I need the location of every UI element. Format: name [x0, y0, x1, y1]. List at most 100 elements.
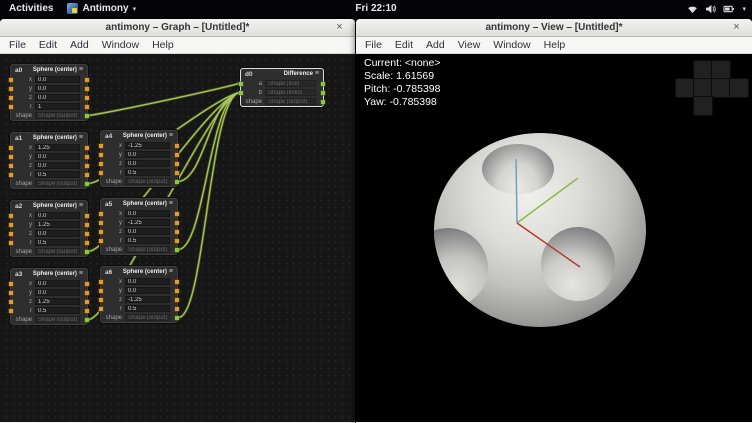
value-input[interactable]: 0.0 — [35, 280, 80, 287]
output-port[interactable] — [175, 298, 179, 302]
input-port[interactable] — [9, 105, 13, 109]
input-port[interactable] — [99, 307, 103, 311]
menu-edit[interactable]: Edit — [39, 39, 57, 51]
node-title-bar[interactable]: a5Sphere (center)≡ — [101, 199, 177, 209]
node-title-bar[interactable]: a4Sphere (center)≡ — [101, 131, 177, 141]
node-title-bar[interactable]: a3Sphere (center)≡ — [11, 269, 87, 279]
output-port[interactable] — [175, 289, 179, 293]
node-a0[interactable]: a0Sphere (center)≡x0.0y0.0z0.0r1shapeSha… — [10, 64, 88, 121]
output-port[interactable] — [85, 173, 89, 177]
input-port[interactable] — [99, 212, 103, 216]
output-port[interactable] — [85, 241, 89, 245]
output-port[interactable] — [85, 309, 89, 313]
output-port[interactable] — [85, 232, 89, 236]
value-input[interactable]: 0.0 — [35, 76, 80, 83]
input-port[interactable] — [9, 164, 13, 168]
value-input[interactable]: -1.25 — [125, 296, 170, 303]
menu-add[interactable]: Add — [426, 39, 445, 51]
value-input[interactable]: 0.0 — [125, 160, 170, 167]
value-input[interactable]: 0.0 — [35, 85, 80, 92]
output-port[interactable] — [175, 239, 179, 243]
value-input[interactable]: 0.5 — [35, 171, 80, 178]
input-port[interactable] — [99, 289, 103, 293]
input-port[interactable] — [9, 214, 13, 218]
view-3d-canvas[interactable]: Current: <none>Scale: 1.61569Pitch: -0.7… — [356, 54, 752, 422]
value-input[interactable]: 0.5 — [35, 239, 80, 246]
value-input[interactable]: 1.25 — [35, 298, 80, 305]
value-input[interactable]: 0.0 — [35, 212, 80, 219]
value-input[interactable]: 0.0 — [125, 278, 170, 285]
output-port[interactable] — [85, 291, 89, 295]
graph-canvas[interactable]: a0Sphere (center)≡x0.0y0.0z0.0r1shapeSha… — [0, 54, 355, 422]
input-port[interactable] — [99, 144, 103, 148]
node-title-bar[interactable]: a0Sphere (center)≡ — [11, 65, 87, 75]
node-menu-icon[interactable]: ≡ — [79, 135, 83, 141]
value-input[interactable]: 0.0 — [35, 230, 80, 237]
output-port[interactable] — [321, 82, 325, 86]
input-port[interactable] — [9, 96, 13, 100]
value-input[interactable]: 0.0 — [125, 287, 170, 294]
close-icon[interactable]: × — [333, 20, 346, 35]
value-input[interactable]: 0.5 — [125, 305, 170, 312]
output-port[interactable] — [175, 316, 179, 320]
output-port[interactable] — [85, 214, 89, 218]
node-a6[interactable]: a6Sphere (center)≡x0.0y0.0z-1.25r0.5shap… — [100, 266, 178, 323]
value-input[interactable]: 0.5 — [125, 237, 170, 244]
menu-view[interactable]: View — [458, 39, 481, 51]
menu-add[interactable]: Add — [70, 39, 89, 51]
node-menu-icon[interactable]: ≡ — [79, 67, 83, 73]
value-input[interactable]: 0.5 — [125, 169, 170, 176]
output-port[interactable] — [321, 91, 325, 95]
node-d0[interactable]: d0Difference≡aShape [link]bShape [links]… — [240, 68, 324, 107]
input-port[interactable] — [9, 87, 13, 91]
value-input[interactable]: 0.0 — [35, 94, 80, 101]
node-menu-icon[interactable]: ≡ — [169, 201, 173, 207]
system-tray[interactable]: ▾ — [687, 0, 746, 17]
value-input[interactable]: 1.25 — [35, 144, 80, 151]
output-port[interactable] — [175, 212, 179, 216]
menu-window[interactable]: Window — [493, 39, 530, 51]
value-input[interactable]: 0.0 — [125, 210, 170, 217]
input-port[interactable] — [9, 282, 13, 286]
node-a3[interactable]: a3Sphere (center)≡x0.0y0.0z1.25r0.5shape… — [10, 268, 88, 325]
menu-file[interactable]: File — [365, 39, 382, 51]
output-port[interactable] — [175, 153, 179, 157]
value-input[interactable]: 0.0 — [35, 162, 80, 169]
node-a5[interactable]: a5Sphere (center)≡x0.0y-1.25z0.0r0.5shap… — [100, 198, 178, 255]
output-port[interactable] — [85, 155, 89, 159]
node-menu-icon[interactable]: ≡ — [79, 271, 83, 277]
input-port[interactable] — [99, 298, 103, 302]
output-port[interactable] — [85, 114, 89, 118]
value-input[interactable]: 1 — [35, 103, 80, 110]
input-port[interactable] — [9, 146, 13, 150]
app-menu-button[interactable]: Antimony ▾ — [67, 3, 136, 14]
input-port[interactable] — [99, 239, 103, 243]
output-port[interactable] — [85, 87, 89, 91]
input-port[interactable] — [9, 232, 13, 236]
value-input[interactable]: 0.0 — [125, 228, 170, 235]
output-port[interactable] — [321, 100, 325, 104]
output-port[interactable] — [85, 164, 89, 168]
node-title-bar[interactable]: a1Sphere (center)≡ — [11, 133, 87, 143]
input-port[interactable] — [99, 171, 103, 175]
output-port[interactable] — [85, 182, 89, 186]
output-port[interactable] — [85, 96, 89, 100]
node-a4[interactable]: a4Sphere (center)≡x-1.25y0.0z0.0r0.5shap… — [100, 130, 178, 187]
output-port[interactable] — [175, 171, 179, 175]
output-port[interactable] — [85, 282, 89, 286]
node-menu-icon[interactable]: ≡ — [169, 269, 173, 275]
input-port[interactable] — [9, 241, 13, 245]
node-title-bar[interactable]: d0Difference≡ — [241, 69, 323, 79]
input-port[interactable] — [9, 223, 13, 227]
menu-edit[interactable]: Edit — [395, 39, 413, 51]
output-port[interactable] — [175, 230, 179, 234]
activities-button[interactable]: Activities — [9, 3, 53, 14]
node-title-bar[interactable]: a6Sphere (center)≡ — [101, 267, 177, 277]
node-menu-icon[interactable]: ≡ — [79, 203, 83, 209]
output-port[interactable] — [85, 300, 89, 304]
output-port[interactable] — [85, 105, 89, 109]
view-window-titlebar[interactable]: antimony – View – [Untitled]* × — [356, 19, 752, 37]
node-title-bar[interactable]: a2Sphere (center)≡ — [11, 201, 87, 211]
input-port[interactable] — [239, 91, 243, 95]
output-port[interactable] — [85, 223, 89, 227]
